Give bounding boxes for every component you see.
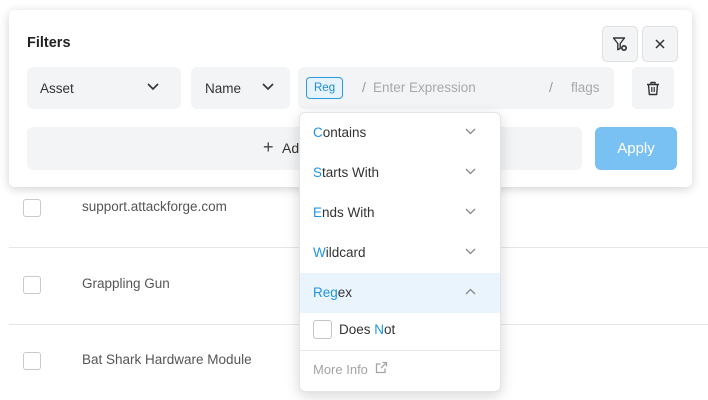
expression-placeholder[interactable]: Enter Expression [373,80,476,95]
clear-filters-button[interactable] [602,26,638,62]
trash-icon [647,81,659,95]
delete-filter-button[interactable] [632,67,674,109]
row-checkbox[interactable] [23,199,41,217]
chevron-up-icon [465,288,476,295]
menu-item-starts-with[interactable]: Starts With [300,153,500,193]
chevron-down-icon [465,128,476,135]
chevron-down-icon [147,83,159,91]
menu-item-accent: W [313,245,326,260]
does-not-accent: N [374,322,385,337]
panel-title: Filters [27,35,71,51]
asset-name: support.attackforge.com [82,199,227,214]
menu-item-accent: E [313,205,323,220]
match-type-badge[interactable]: Reg [306,77,344,99]
close-button[interactable] [642,26,678,62]
menu-item-label: ontains [322,125,367,140]
plus-icon: + [263,137,274,157]
menu-item-regex[interactable]: Regex [300,273,500,313]
more-info-link[interactable]: More Info [313,362,368,377]
field-select-value: Name [205,80,242,96]
chevron-down-icon [465,248,476,255]
menu-item-accent: Reg [313,285,338,300]
does-not-label: Does [339,322,375,337]
asset-select[interactable]: Asset [27,67,181,109]
menu-item-label: ex [337,285,353,300]
does-not-label-end: ot [384,322,396,337]
menu-item-accent: C [313,125,323,140]
match-type-menu: Contains Starts With Ends With Wildcard … [299,112,501,392]
close-icon [655,39,665,49]
row-checkbox[interactable] [23,352,41,370]
menu-item-accent: S [313,165,323,180]
row-checkbox[interactable] [23,276,41,294]
asset-select-value: Asset [40,80,74,96]
menu-item-label: tarts With [322,165,380,180]
add-filter-label: Ad [282,140,300,156]
flags-placeholder[interactable]: flags [571,80,600,95]
field-select[interactable]: Name [191,67,290,109]
menu-item-label: nds With [322,205,375,220]
does-not-checkbox[interactable] [313,320,332,339]
does-not-option[interactable]: Does Not [300,313,500,351]
menu-item-wildcard[interactable]: Wildcard [300,233,500,273]
chevron-down-icon [465,208,476,215]
chevron-down-icon [262,83,274,91]
menu-item-contains[interactable]: Contains [300,113,500,153]
regex-open-slash: / [362,79,366,95]
asset-name: Grappling Gun [82,276,170,291]
asset-name: Bat Shark Hardware Module [82,352,252,367]
expression-input[interactable]: Reg / Enter Expression / flags [298,67,614,109]
filter-clear-icon [612,37,627,51]
menu-item-label: ildcard [325,245,366,260]
apply-button[interactable]: Apply [595,127,677,170]
external-link-icon[interactable] [375,361,388,374]
chevron-down-icon [465,168,476,175]
regex-close-slash: / [549,79,553,95]
menu-item-ends-with[interactable]: Ends With [300,193,500,233]
